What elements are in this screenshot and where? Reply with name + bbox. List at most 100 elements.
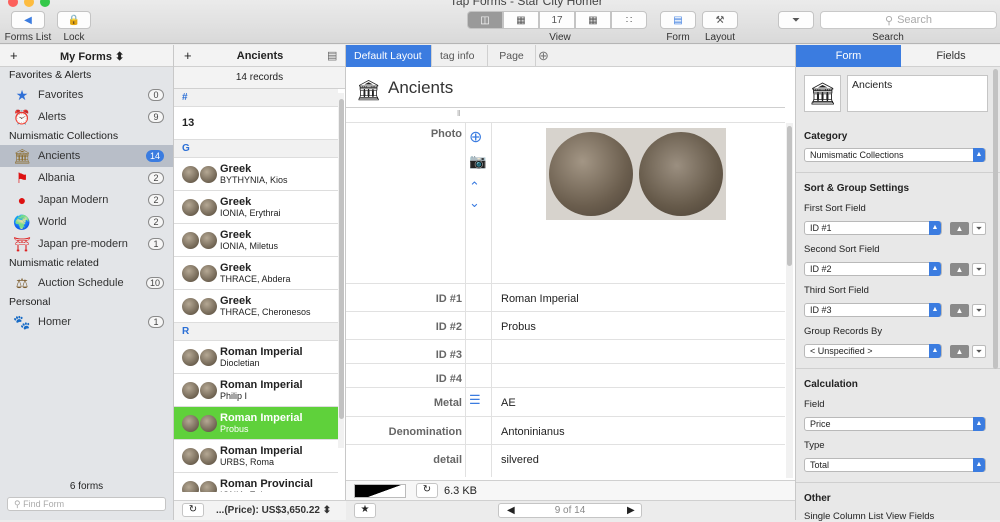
move-up-icon[interactable]: ⌃ <box>469 179 480 195</box>
funnel-icon[interactable]: ⏷ <box>972 222 986 235</box>
tab-tag-info[interactable]: tag info <box>432 45 488 67</box>
tab-fields[interactable]: Fields <box>901 45 1000 67</box>
picklist-icon[interactable]: ☰ <box>469 392 481 408</box>
view-grid-button[interactable]: ∷ <box>611 11 647 29</box>
color-picker[interactable] <box>354 484 406 498</box>
form-name-field[interactable]: Ancients <box>847 75 988 112</box>
sidebar-item-world[interactable]: 🌍 World 2 <box>0 211 173 233</box>
group-records-label: Group Records By <box>804 326 883 337</box>
sidebar-item-homer[interactable]: 🐾 Homer 1 <box>0 311 173 333</box>
list-item[interactable]: Roman Imperial Philip I <box>174 374 338 407</box>
sidebar-item-japan-pre-modern[interactable]: ⛩ Japan pre-modern 1 <box>0 233 173 255</box>
funnel-icon[interactable]: ⏷ <box>972 263 986 276</box>
sidebar-item-favorites[interactable]: ★ Favorites 0 <box>0 84 173 106</box>
move-down-icon[interactable]: ⌄ <box>469 195 480 211</box>
field-value[interactable]: silvered <box>501 454 539 466</box>
find-form-field[interactable]: ⚲ Find Form <box>7 497 166 511</box>
third-sort-select[interactable]: ID #3 ▲ <box>804 303 942 317</box>
field-value[interactable]: Roman Imperial <box>501 293 579 305</box>
sort-direction-button[interactable]: ▲ <box>950 222 969 235</box>
forms-list-button[interactable]: ◀ <box>11 11 45 29</box>
group-records-select[interactable]: < Unspecified > ▲ <box>804 344 942 358</box>
calc-type-select[interactable]: Total ▲ <box>804 458 986 472</box>
search-field[interactable]: ⚲ Search <box>820 11 997 29</box>
sort-direction-button[interactable]: ▲ <box>950 263 969 276</box>
list-item[interactable]: Greek BYTHYNIA, Kios <box>174 158 338 191</box>
list-item[interactable]: Roman Imperial URBS, Roma <box>174 440 338 473</box>
notes-icon[interactable]: ▤ <box>327 49 337 62</box>
calc-field-value: Price <box>810 419 831 429</box>
coin-image <box>182 349 199 366</box>
tab-default-layout[interactable]: Default Layout <box>346 45 432 67</box>
list-scrollbar[interactable] <box>338 93 344 448</box>
category-select[interactable]: Numismatic Collections ▲ <box>804 148 986 162</box>
minimize-window-button[interactable] <box>24 0 34 7</box>
tab-form[interactable]: Form <box>796 45 901 67</box>
sidebar-item-auction-schedule[interactable]: ⚖ Auction Schedule 10 <box>0 272 173 294</box>
funnel-icon[interactable]: ⏷ <box>972 304 986 317</box>
sidebar-item-albania[interactable]: ⚑ Albania 2 <box>0 167 173 189</box>
my-forms-selector[interactable]: My Forms ⬍ <box>60 50 124 63</box>
coin-image <box>200 448 217 465</box>
list-item[interactable]: Greek IONIA, Miletus <box>174 224 338 257</box>
sort-direction-button[interactable]: ▲ <box>950 304 969 317</box>
list-item[interactable]: Greek THRACE, Cheronesos <box>174 290 338 323</box>
calculation-heading: Calculation <box>804 379 858 390</box>
list-item[interactable]: 13 <box>174 107 338 140</box>
tab-page[interactable]: Page <box>488 45 536 67</box>
coin-photo[interactable] <box>546 128 726 220</box>
scroll-thumb[interactable] <box>787 126 792 266</box>
field-value[interactable]: Probus <box>501 321 536 333</box>
calc-field-select[interactable]: Price ▲ <box>804 417 986 431</box>
add-photo-icon[interactable]: ⊕ <box>469 127 482 147</box>
lock-button[interactable]: 🔒 <box>57 11 91 29</box>
layout-button[interactable]: ⚒ <box>702 11 738 29</box>
find-form-placeholder: Find Form <box>23 499 65 509</box>
list-item[interactable]: Greek THRACE, Abdera <box>174 257 338 290</box>
close-window-button[interactable] <box>8 0 18 7</box>
form-button[interactable]: ▤ <box>660 11 696 29</box>
first-sort-select[interactable]: ID #1 ▲ <box>804 221 942 235</box>
filter-button[interactable]: ⏷ <box>778 11 814 29</box>
alarm-clock-icon: ⏰ <box>13 108 31 125</box>
second-sort-select[interactable]: ID #2 ▲ <box>804 262 942 276</box>
sidebar-item-ancients[interactable]: 🏛 Ancients 14 <box>0 145 173 167</box>
resize-handle-icon[interactable]: ‖ <box>457 109 460 118</box>
refresh-button[interactable]: ↻ <box>416 483 438 498</box>
inspector-scrollbar[interactable] <box>993 69 999 369</box>
sidebar-item-alerts[interactable]: ⏰ Alerts 9 <box>0 106 173 128</box>
sidebar-section-title: Personal <box>9 296 51 308</box>
detail-scrollbar[interactable] <box>786 123 793 478</box>
field-label: ID #1 <box>435 293 462 305</box>
list-item[interactable]: Roman Imperial Probus <box>174 407 338 440</box>
view-single-column-button[interactable]: ◫ <box>467 11 503 29</box>
sidebar-item-label: Japan Modern <box>38 194 109 206</box>
zoom-window-button[interactable] <box>40 0 50 7</box>
funnel-icon[interactable]: ⏷ <box>972 345 986 358</box>
list-item-title: Greek <box>220 162 252 175</box>
scroll-thumb[interactable] <box>993 69 998 369</box>
list-item[interactable]: Roman Imperial Diocletian <box>174 341 338 374</box>
view-table-button[interactable]: ▦ <box>503 11 539 29</box>
form-icon: ▤ <box>673 14 683 26</box>
field-value[interactable]: Antoninianus <box>501 426 565 438</box>
list-item[interactable]: Roman ProvincialIONIA, Ephesus <box>174 473 338 492</box>
add-layout-icon[interactable]: ⊕ <box>538 48 549 64</box>
view-map-button[interactable]: ▦ <box>575 11 611 29</box>
refresh-button[interactable]: ↻ <box>182 503 204 517</box>
divider <box>796 482 1000 483</box>
list-item[interactable]: Greek IONIA, Erythrai <box>174 191 338 224</box>
field-value[interactable]: AE <box>501 397 516 409</box>
camera-icon[interactable]: 📷 <box>469 153 486 170</box>
scroll-thumb[interactable] <box>339 99 344 419</box>
list-item-subtitle: Probus <box>220 423 249 434</box>
add-form-button[interactable]: + <box>10 48 18 63</box>
price-total[interactable]: ...(Price): US$3,650.22 ⬍ <box>216 505 331 516</box>
sort-direction-button[interactable]: ▲ <box>950 345 969 358</box>
next-record-button[interactable]: ▶ <box>627 505 635 516</box>
view-calendar-button[interactable]: 17 <box>539 11 575 29</box>
form-icon-picker[interactable]: 🏛 <box>804 75 841 112</box>
sidebar-item-japan-modern[interactable]: ● Japan Modern 2 <box>0 189 173 211</box>
favorite-button[interactable]: ★ <box>354 503 376 518</box>
sidebar-header: + My Forms ⬍ <box>0 45 173 67</box>
